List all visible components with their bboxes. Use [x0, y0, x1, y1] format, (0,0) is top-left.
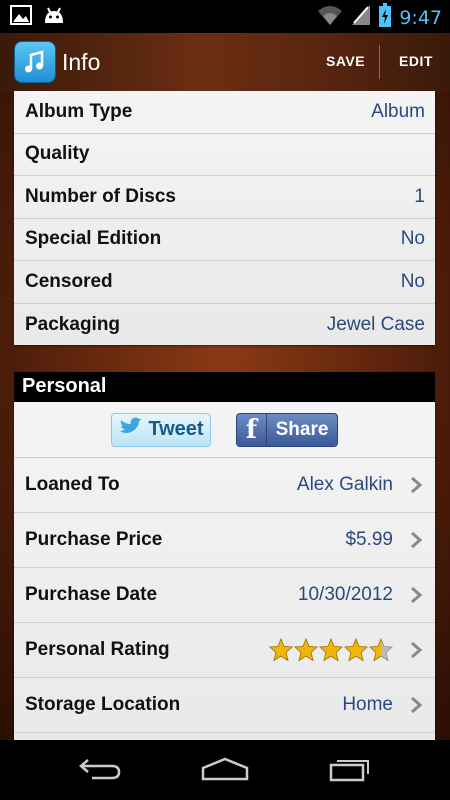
- personal-label: Purchase Date: [25, 584, 158, 605]
- details-card: Album Type Album Quality Number of Discs…: [14, 91, 435, 345]
- home-icon[interactable]: [200, 756, 250, 787]
- chevron-right-icon: [409, 530, 423, 550]
- save-button[interactable]: SAVE: [326, 53, 365, 69]
- personal-card: Tweet f Share Loaned To Alex Galkin Purc…: [14, 402, 435, 740]
- personal-row-storage-location[interactable]: Storage Location Home: [14, 678, 435, 733]
- status-bar: 9:47: [0, 0, 450, 33]
- tweet-button[interactable]: Tweet: [111, 412, 211, 447]
- detail-label: Censored: [25, 270, 113, 292]
- detail-label: Special Edition: [25, 228, 162, 250]
- back-icon[interactable]: [78, 756, 122, 787]
- wifi-icon: [317, 4, 343, 31]
- detail-row-special-edition[interactable]: Special Edition No: [14, 219, 435, 261]
- detail-row-quality[interactable]: Quality: [14, 134, 435, 176]
- chevron-right-icon: [409, 475, 423, 495]
- detail-value: No: [400, 270, 425, 292]
- personal-value: 10/30/2012: [297, 584, 393, 605]
- personal-row-purchase-price[interactable]: Purchase Price $5.99: [14, 513, 435, 568]
- rating-stars: [269, 638, 393, 662]
- personal-value: Home: [342, 694, 393, 715]
- recent-apps-icon[interactable]: [328, 756, 372, 787]
- share-label: Share: [275, 418, 329, 440]
- facebook-share-button[interactable]: f Share: [236, 412, 338, 447]
- facebook-f-icon: f: [237, 413, 267, 446]
- chevron-right-icon: [409, 640, 423, 660]
- detail-row-packaging[interactable]: Packaging Jewel Case: [14, 304, 435, 347]
- detail-row-censored[interactable]: Censored No: [14, 261, 435, 304]
- signal-icon: [351, 4, 371, 31]
- personal-label: Storage Location: [25, 694, 181, 715]
- detail-row-album-type[interactable]: Album Type Album: [14, 91, 435, 134]
- chevron-right-icon: [409, 695, 423, 715]
- detail-label: Number of Discs: [25, 185, 176, 207]
- personal-row-rating[interactable]: Personal Rating: [14, 623, 435, 678]
- detail-value: 1: [414, 185, 425, 207]
- content-area[interactable]: Album Type Album Quality Number of Discs…: [0, 91, 450, 740]
- personal-label: Loaned To: [25, 474, 120, 495]
- personal-label: Purchase Price: [25, 529, 163, 550]
- personal-label: Personal Rating: [25, 639, 170, 660]
- social-buttons: Tweet f Share: [14, 402, 435, 458]
- app-music-icon[interactable]: [14, 41, 56, 83]
- clock-time: 9:47: [399, 6, 442, 29]
- star-icon: [344, 638, 368, 662]
- action-divider: [379, 45, 380, 79]
- personal-value: $5.99: [345, 529, 393, 550]
- personal-value: Alex Galkin: [296, 474, 393, 495]
- page-title: Info: [62, 49, 101, 75]
- edit-button[interactable]: EDIT: [399, 53, 433, 69]
- detail-label: Album Type: [25, 100, 133, 122]
- action-bar: Info SAVE EDIT: [0, 33, 450, 91]
- detail-label: Packaging: [25, 313, 121, 335]
- android-icon: [42, 5, 66, 30]
- star-icon: [319, 638, 343, 662]
- personal-row-purchase-date[interactable]: Purchase Date 10/30/2012: [14, 568, 435, 623]
- chevron-right-icon: [409, 585, 423, 605]
- twitter-bird-icon: [118, 417, 144, 443]
- navigation-bar: [0, 740, 450, 800]
- gallery-icon: [10, 5, 32, 30]
- battery-icon: [379, 3, 392, 32]
- detail-row-number-of-discs[interactable]: Number of Discs 1: [14, 176, 435, 219]
- star-icon: [369, 638, 393, 662]
- detail-value: Jewel Case: [326, 313, 425, 335]
- section-header-personal: Personal: [14, 372, 435, 402]
- star-icon: [269, 638, 293, 662]
- personal-row-loaned-to[interactable]: Loaned To Alex Galkin: [14, 458, 435, 513]
- detail-value: Album: [371, 100, 425, 122]
- detail-label: Quality: [25, 143, 90, 165]
- tweet-label: Tweet: [148, 418, 204, 440]
- detail-value: No: [400, 228, 425, 250]
- star-icon: [294, 638, 318, 662]
